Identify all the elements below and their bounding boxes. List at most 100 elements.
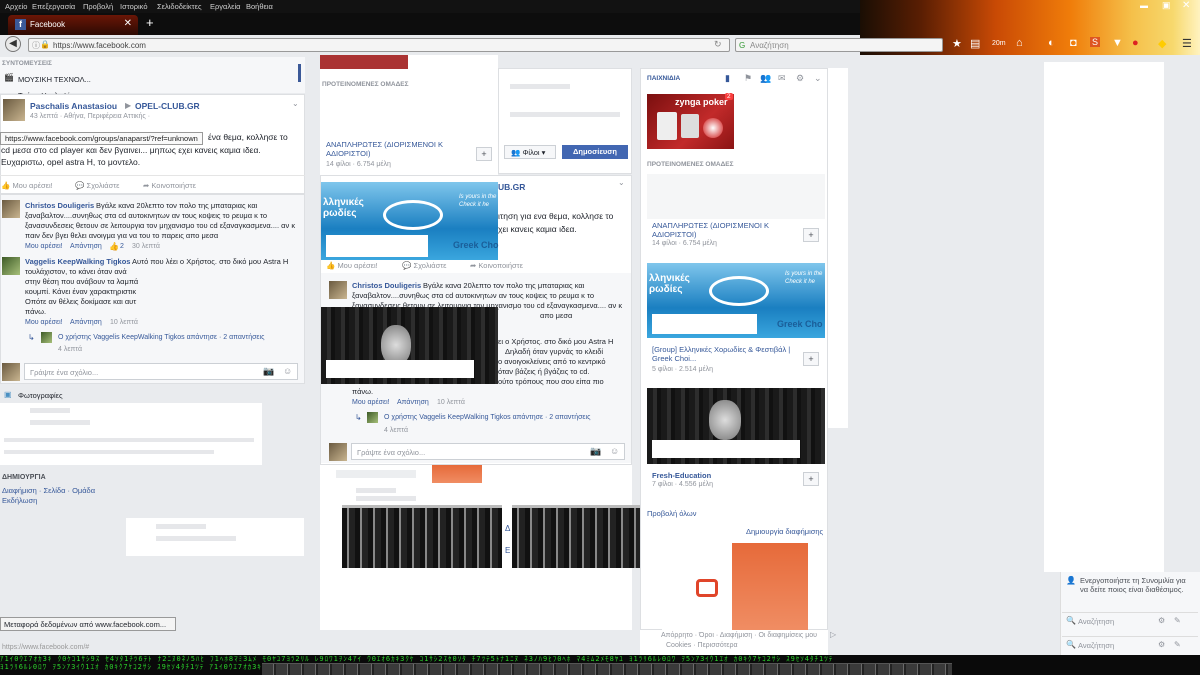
ad-card[interactable]: [662, 543, 808, 630]
write-comment-input[interactable]: Γράψτε ένα σχόλιο... 📷 ☺: [351, 443, 625, 460]
shortcut-1[interactable]: ΜΟΥΣΙΚΗ ΤΕΧΝΟΛ...: [18, 75, 91, 84]
chevron-down-icon[interactable]: ⌄: [814, 73, 822, 84]
maximize-icon[interactable]: ▣: [1162, 0, 1171, 11]
tab-facebook[interactable]: f Facebook ✕: [8, 15, 138, 35]
publish-button[interactable]: Δημοσίευση: [562, 145, 628, 159]
group-name[interactable]: ΑΝΑΠΛΗΡΩΤΕΣ (ΔΙΟΡΙΣΜΕΝΟΙ Κ ΑΔΙΟΡΙΣΤΟΙ): [652, 221, 782, 239]
create-ad-link[interactable]: Δημιουργία διαφήμισης: [746, 527, 823, 536]
comment-reply-link[interactable]: Απάντηση: [70, 319, 102, 326]
close-window-icon[interactable]: ✕: [1182, 0, 1190, 11]
scroll-indicator[interactable]: [298, 64, 301, 82]
home-icon[interactable]: ⌂: [1016, 37, 1023, 49]
comment-author[interactable]: Vaggelis KeepWalking Tigkos: [25, 257, 130, 266]
audience-button[interactable]: 👥 Φίλοι ▾: [504, 145, 556, 159]
addon-s-icon[interactable]: S: [1090, 37, 1101, 47]
addon-yellow-icon[interactable]: ◆: [1158, 37, 1166, 50]
comment-like-link[interactable]: Μου αρέσει!: [25, 319, 63, 326]
addon-red-icon[interactable]: ●: [1132, 37, 1139, 49]
zynga-poker-tile[interactable]: zynga poker 2: [647, 93, 734, 149]
pages-icon[interactable]: ⚑: [744, 73, 752, 84]
commenter-avatar[interactable]: [2, 257, 20, 275]
group-name[interactable]: Fresh-Education: [652, 471, 711, 480]
comment-reply-link[interactable]: Απάντηση: [70, 243, 102, 250]
compose-icon[interactable]: ✎: [1174, 640, 1181, 649]
groups-icon[interactable]: 👥: [760, 73, 771, 84]
new-tab-icon[interactable]: +: [146, 15, 154, 30]
video-thumbnail[interactable]: [342, 505, 502, 568]
comment-like-link[interactable]: Μου αρέσει!: [25, 243, 63, 250]
browser-search-input[interactable]: G Αναζήτηση: [735, 38, 943, 52]
minimize-icon[interactable]: ▬: [1140, 1, 1148, 10]
bookmarks-menu-icon[interactable]: ▤: [970, 37, 980, 50]
menu-help[interactable]: Βοήθεια: [246, 2, 273, 11]
avatar[interactable]: [3, 99, 25, 121]
menu-bookmarks[interactable]: Σελιδοδείκτες: [157, 2, 202, 11]
group-cover-image[interactable]: λληνικές ρωδίες Is yours in the Check it…: [321, 182, 499, 260]
pocket-icon[interactable]: ◘: [1070, 37, 1077, 49]
commenter-avatar[interactable]: [2, 200, 20, 218]
comment-like-link[interactable]: Μου αρέσει!: [352, 399, 390, 406]
group-cover-image[interactable]: [647, 388, 825, 464]
footer-links[interactable]: Απόρρητο · Όροι · Διαφήμιση · Οι διαφημί…: [661, 632, 817, 639]
comment-author[interactable]: Christos Douligeris: [352, 281, 421, 290]
video-thumbnail[interactable]: [512, 505, 640, 568]
commenter-avatar[interactable]: [329, 281, 347, 299]
post-group[interactable]: UB.GR: [498, 182, 525, 192]
join-group-button[interactable]: +: [803, 352, 819, 366]
like-count[interactable]: 2: [120, 243, 124, 250]
menu-edit[interactable]: Επεξεργασία: [32, 2, 75, 11]
see-all-link[interactable]: Προβολή όλων: [647, 509, 696, 518]
chat-search-input[interactable]: 🔍 Αναζήτηση ⚙ ✎: [1062, 612, 1198, 628]
footer-links-2[interactable]: Cookies · Περισσότερα: [666, 642, 738, 649]
toolbar-badge[interactable]: 20m: [992, 40, 1006, 47]
download-icon[interactable]: ▼: [1112, 37, 1123, 49]
reload-icon[interactable]: ↻: [714, 39, 722, 50]
comment-reply-link[interactable]: Απάντηση: [397, 399, 429, 406]
menu-hamburger-icon[interactable]: ☰: [1182, 37, 1192, 50]
menu-tools[interactable]: Εργαλεία: [210, 2, 240, 11]
share-button[interactable]: ➦ Κοινοποιήστε: [470, 261, 523, 270]
post-author[interactable]: Paschalis Anastasiou: [30, 101, 117, 111]
comment-button[interactable]: 💬 Σχολιάστε: [75, 181, 120, 190]
group-cover-image[interactable]: [321, 307, 498, 384]
taskbar-icons[interactable]: [262, 663, 952, 675]
bookmark-icon[interactable]: ▮: [725, 73, 730, 84]
bookmark-star-icon[interactable]: ★: [952, 37, 962, 50]
replies-link[interactable]: Ο χρήστης Vaggelis KeepWalking Tigkos απ…: [58, 334, 264, 341]
comment-button[interactable]: 💬 Σχολιάστε: [402, 261, 447, 270]
menu-history[interactable]: Ιστορικό: [120, 2, 148, 11]
replies-link[interactable]: Ο χρήστης Vaggelis KeepWalking Tigkos απ…: [384, 414, 590, 421]
games-icon[interactable]: ⚙: [796, 73, 804, 84]
photos-link[interactable]: Φωτογραφίες: [18, 391, 63, 400]
back-button[interactable]: ◀: [5, 36, 21, 52]
messages-icon[interactable]: ✉: [778, 73, 786, 84]
group-name[interactable]: [Group] Ελληνικές Χορωδίες & Φεστιβάλ | …: [652, 345, 800, 363]
menu-file[interactable]: Αρχείο: [5, 2, 27, 11]
chevron-down-icon[interactable]: ⌄: [292, 99, 299, 108]
share-button[interactable]: ➦ Κοινοποιήστε: [143, 181, 196, 190]
url-bar[interactable]: ⓘ 🔒 https://www.facebook.com: [28, 38, 730, 52]
emoji-icon[interactable]: ☺: [283, 366, 292, 376]
post-group[interactable]: OPEL-CLUB.GR: [135, 101, 200, 111]
adchoices-icon[interactable]: ▷: [830, 630, 836, 639]
like-button[interactable]: 👍 Μου αρέσει!: [326, 261, 378, 270]
create-event-link[interactable]: Εκδήλωση: [2, 496, 37, 505]
join-group-button[interactable]: +: [803, 472, 819, 486]
like-button[interactable]: 👍 Μου αρέσει!: [1, 181, 53, 190]
write-comment-input[interactable]: Γράψτε ένα σχόλιο... 📷 ☺: [24, 363, 298, 380]
join-group-button[interactable]: +: [476, 147, 492, 161]
emoji-icon[interactable]: ☺: [610, 446, 619, 456]
gear-icon[interactable]: ⚙: [1158, 640, 1165, 649]
chat-notice[interactable]: Ενεργοποιήστε τη Συνομιλία για να δείτε …: [1080, 576, 1190, 594]
group-cover-image[interactable]: λληνικές ρωδίες Is yours in the Check it…: [647, 263, 825, 338]
create-links[interactable]: Διαφήμιση · Σελίδα · Ομάδα: [2, 486, 95, 495]
join-group-button[interactable]: +: [803, 228, 819, 242]
gear-icon[interactable]: ⚙: [1158, 616, 1165, 625]
comment-author[interactable]: Christos Douligeris: [25, 201, 94, 210]
chat-search-input-2[interactable]: 🔍 Αναζήτηση ⚙ ✎: [1062, 636, 1198, 652]
extension-icon[interactable]: ◐: [1048, 37, 1055, 49]
chevron-down-icon[interactable]: ⌄: [618, 178, 625, 187]
info-icon[interactable]: ⓘ: [32, 40, 40, 51]
menu-view[interactable]: Προβολή: [83, 2, 113, 11]
close-tab-icon[interactable]: ✕: [124, 18, 132, 29]
